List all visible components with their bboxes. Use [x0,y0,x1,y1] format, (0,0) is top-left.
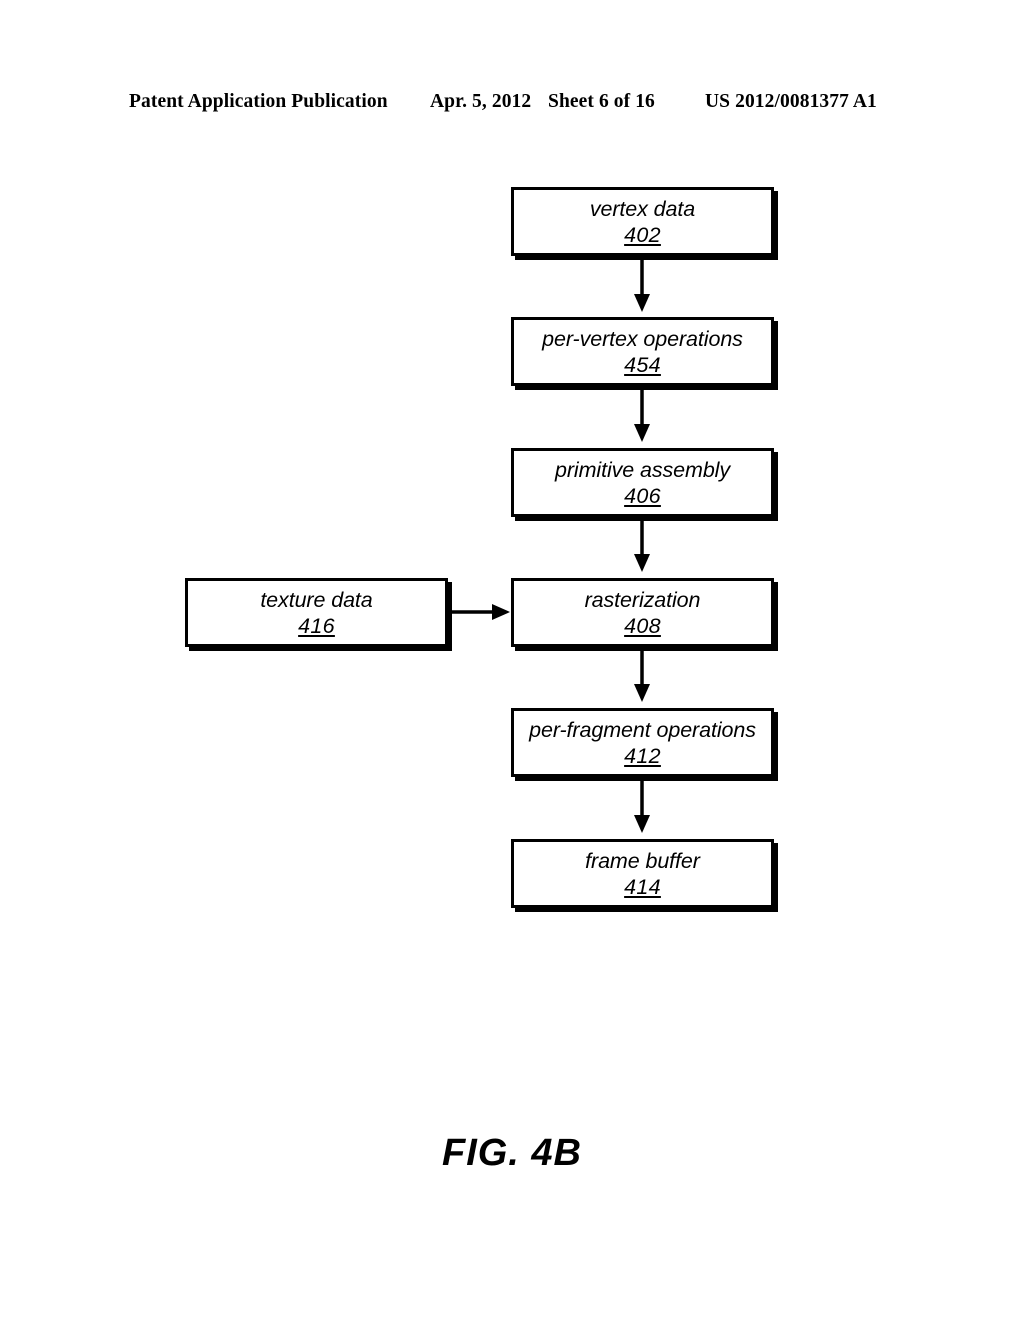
figure-caption: FIG. 4B [441,1132,583,1174]
arrow-per-vertex-operations-to-primitive-assembly [634,388,650,442]
node-vertex-data-label: vertex data [589,196,696,221]
node-texture-data-label: texture data [260,587,373,612]
node-per-vertex-operations-ref: 454 [624,352,661,377]
node-frame-buffer-label: frame buffer [585,848,700,873]
node-primitive-assembly-label: primitive assembly [554,457,731,482]
node-vertex-data[interactable]: vertex data 402 [511,187,774,256]
node-primitive-assembly-ref: 406 [624,483,661,508]
node-primitive-assembly[interactable]: primitive assembly 406 [511,448,774,517]
node-texture-data-ref: 416 [298,613,335,638]
node-per-fragment-operations-ref: 412 [624,743,661,768]
node-per-vertex-operations-label: per-vertex operations [542,326,743,351]
arrow-rasterization-to-per-fragment-operations [634,648,650,702]
node-frame-buffer-ref: 414 [624,874,661,899]
node-vertex-data-ref: 402 [624,222,661,247]
node-per-fragment-operations[interactable]: per-fragment operations 412 [511,708,774,777]
arrow-primitive-assembly-to-rasterization [634,518,650,572]
node-rasterization[interactable]: rasterization 408 [511,578,774,647]
node-rasterization-label: rasterization [584,587,701,612]
arrow-per-fragment-operations-to-frame-buffer [634,778,650,833]
node-per-vertex-operations[interactable]: per-vertex operations 454 [511,317,774,386]
arrow-texture-data-to-rasterization [450,604,510,620]
node-frame-buffer[interactable]: frame buffer 414 [511,839,774,908]
node-texture-data[interactable]: texture data 416 [185,578,448,647]
node-rasterization-ref: 408 [624,613,661,638]
flowchart-diagram: vertex data 402 per-vertex operations 45… [0,0,1024,1320]
node-per-fragment-operations-label: per-fragment operations [529,717,756,742]
